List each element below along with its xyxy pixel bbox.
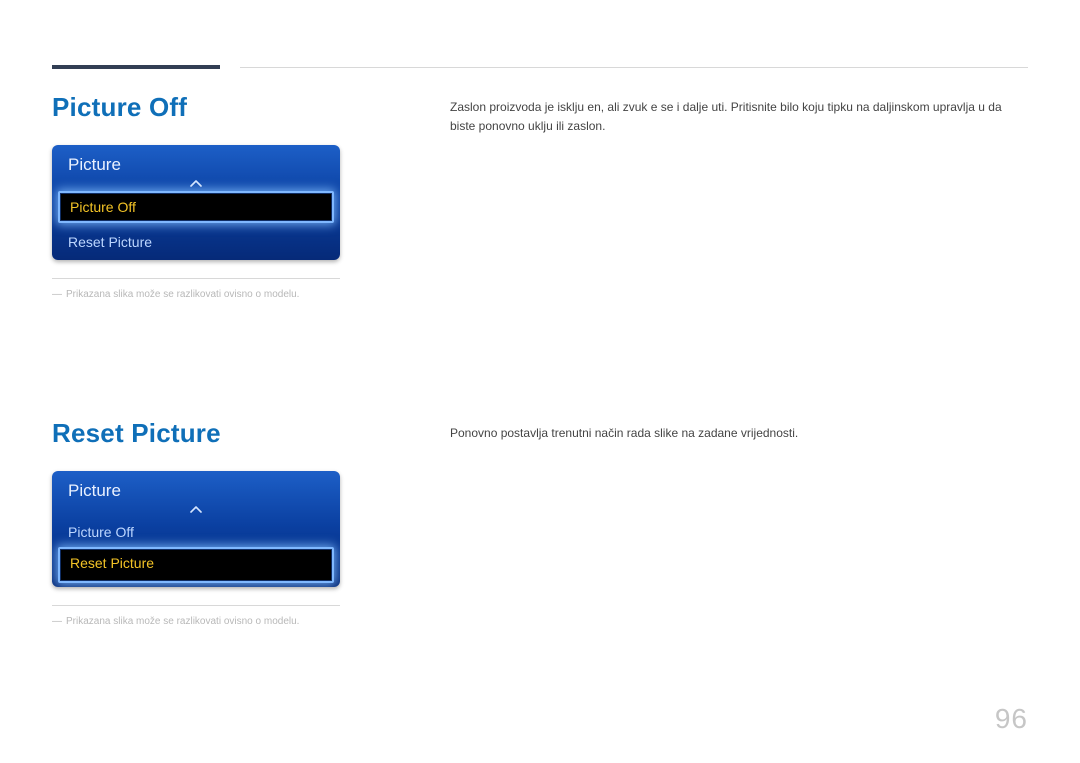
heading-picture-off: Picture Off [52,92,450,123]
section-reset-picture: Reset Picture Picture Picture Off Reset … [52,418,1028,627]
menu-item-reset-picture[interactable]: Reset Picture [58,547,334,583]
footnote-rule [52,605,340,606]
footnote-dash-icon: ― [52,289,60,300]
header-accent-bar [52,65,220,69]
header-rule [240,67,1028,68]
menu-title: Picture [52,145,340,177]
menu-title: Picture [52,471,340,503]
description-picture-off: Zaslon proizvoda je isklju en, ali zvuk … [450,98,1028,135]
menu-item-picture-off[interactable]: Picture Off [58,191,334,223]
scroll-up-icon[interactable] [52,177,340,191]
footnote: ― Prikazana slika može se razlikovati ov… [52,289,450,300]
menu-panel-picture: Picture Picture Off Reset Picture [52,471,340,587]
description-reset-picture: Ponovno postavlja trenutni način rada sl… [450,424,1028,443]
menu-panel-picture: Picture Picture Off Reset Picture [52,145,340,260]
page-number: 96 [995,703,1028,735]
scroll-up-icon[interactable] [52,503,340,517]
footnote-text: Prikazana slika može se razlikovati ovis… [66,616,299,627]
section-picture-off: Picture Off Picture Picture Off Reset Pi… [52,92,1028,300]
footnote-rule [52,278,340,279]
footnote-dash-icon: ― [52,616,60,627]
menu-item-picture-off[interactable]: Picture Off [52,517,340,547]
footnote: ― Prikazana slika može se razlikovati ov… [52,616,450,627]
heading-reset-picture: Reset Picture [52,418,450,449]
footnote-text: Prikazana slika može se razlikovati ovis… [66,289,299,300]
menu-item-reset-picture[interactable]: Reset Picture [52,227,340,260]
